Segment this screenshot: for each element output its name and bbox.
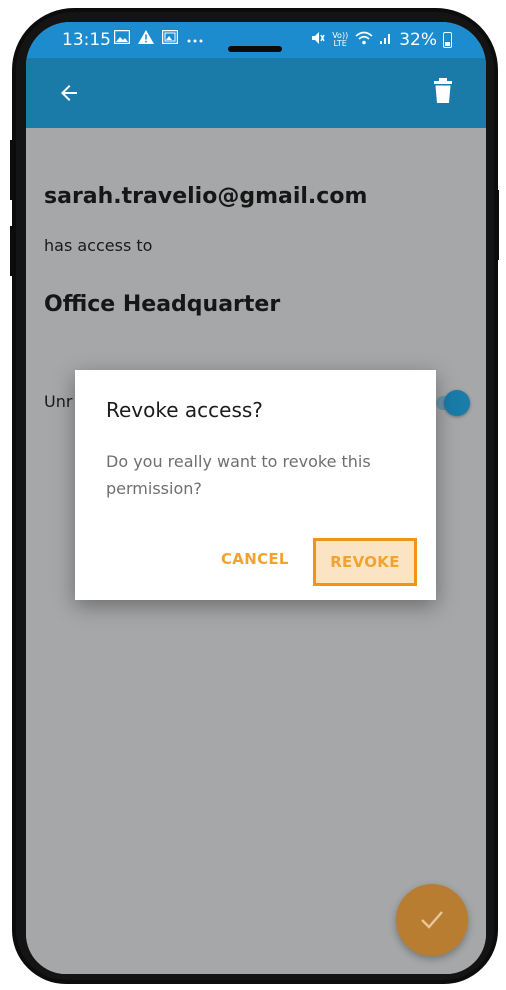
image-icon bbox=[161, 29, 179, 49]
revoke-dialog: Revoke access? Do you really want to rev… bbox=[75, 370, 436, 600]
confirm-fab-button[interactable] bbox=[396, 884, 468, 956]
notch-pill bbox=[228, 46, 282, 52]
volte-icon: Vo)) LTE bbox=[332, 31, 349, 48]
cancel-button[interactable]: CANCEL bbox=[221, 550, 289, 568]
status-time: 13:15 bbox=[62, 30, 111, 50]
revoke-button[interactable]: REVOKE bbox=[313, 538, 417, 586]
delete-button[interactable] bbox=[432, 78, 458, 108]
arrow-left-icon bbox=[61, 85, 77, 101]
back-button[interactable] bbox=[54, 78, 84, 108]
wifi-icon bbox=[355, 31, 373, 50]
battery-percent: 32% bbox=[399, 30, 437, 50]
mute-icon bbox=[311, 31, 325, 50]
volume-button bbox=[10, 140, 13, 200]
check-icon bbox=[421, 911, 443, 929]
warning-icon bbox=[138, 30, 154, 49]
toggle-thumb[interactable] bbox=[444, 390, 470, 416]
access-subtitle: has access to bbox=[44, 236, 153, 255]
setting-label: Unr bbox=[44, 392, 73, 411]
trash-icon bbox=[434, 78, 452, 103]
app-bar bbox=[26, 58, 486, 128]
dialog-message: Do you really want to revoke this permis… bbox=[106, 452, 371, 498]
dialog-title: Revoke access? bbox=[106, 398, 263, 422]
more-dots-icon bbox=[186, 31, 204, 49]
gallery-icon bbox=[113, 29, 131, 49]
bixby-button bbox=[10, 226, 13, 276]
status-bar: 13:15 Vo)) LTE 32% bbox=[26, 22, 486, 58]
power-button bbox=[496, 190, 499, 260]
phone-screen: 13:15 Vo)) LTE 32% sarah.travelio@gmail.… bbox=[26, 22, 486, 974]
user-email: sarah.travelio@gmail.com bbox=[44, 184, 368, 209]
location-name: Office Headquarter bbox=[44, 292, 281, 317]
battery-icon bbox=[443, 32, 452, 48]
signal-icon bbox=[379, 31, 393, 50]
